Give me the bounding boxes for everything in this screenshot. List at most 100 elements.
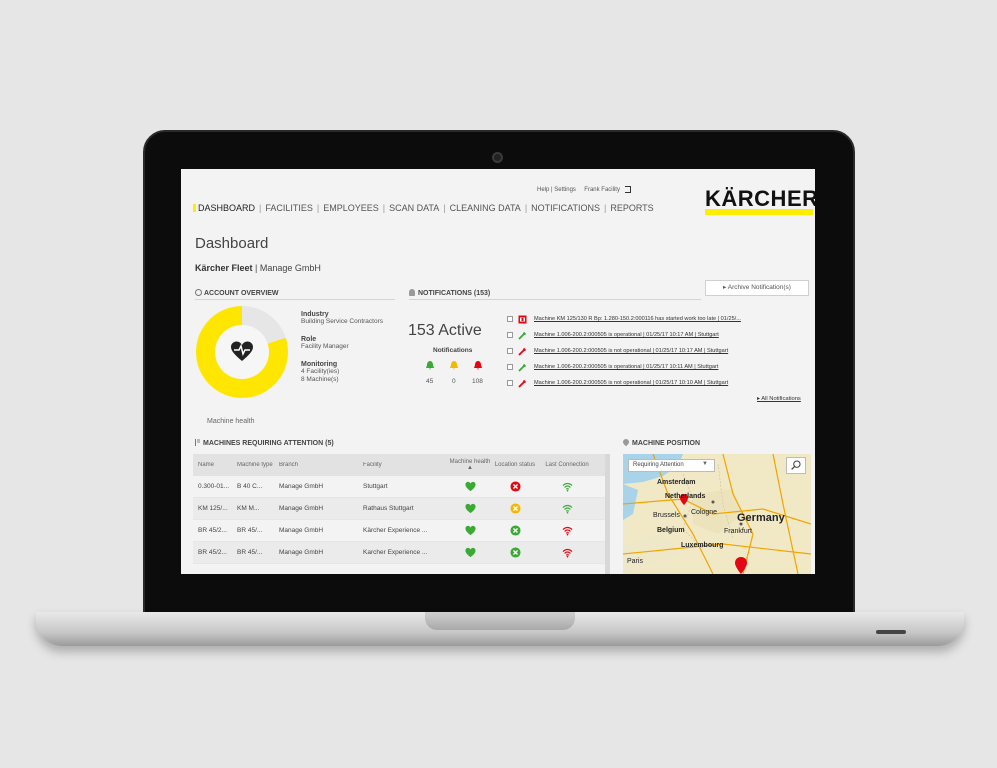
heart-green-icon bbox=[464, 547, 476, 558]
map-label-brussels: Brussels bbox=[653, 512, 680, 519]
col-location-status[interactable]: Location status bbox=[493, 462, 537, 468]
wifi-red-icon bbox=[562, 526, 572, 536]
cell-type: B 40 C... bbox=[237, 483, 263, 490]
notification-item[interactable]: Machine 1.006-200.2:000505 is operationa… bbox=[507, 330, 806, 340]
alert-icon bbox=[518, 315, 527, 323]
red-count: 108 bbox=[472, 378, 483, 385]
wifi-green-icon bbox=[562, 504, 572, 514]
all-notifications-link[interactable]: ▸ All Notifications bbox=[757, 396, 801, 402]
location-error-icon bbox=[509, 481, 521, 492]
notifications-label: Notifications bbox=[433, 347, 473, 354]
cell-branch: Manage GmbH bbox=[279, 549, 324, 556]
role-label: Role bbox=[301, 336, 317, 343]
col-machine-type[interactable]: Machine type bbox=[237, 462, 279, 468]
monitoring-label: Monitoring bbox=[301, 361, 338, 368]
notification-checkbox[interactable] bbox=[507, 316, 513, 322]
nav-dashboard[interactable]: DASHBOARD bbox=[198, 203, 255, 213]
wrench-green-icon bbox=[518, 331, 527, 340]
wifi-red-icon bbox=[562, 548, 572, 558]
active-notifications-count: 153 Active bbox=[408, 322, 482, 339]
notification-checkbox[interactable] bbox=[507, 364, 513, 370]
machine-health-label: Machine health bbox=[207, 418, 255, 425]
cell-name: BR 45/2... bbox=[198, 549, 227, 556]
wrench-green-icon bbox=[518, 363, 527, 372]
heart-green-icon bbox=[464, 503, 476, 514]
settings-link[interactable]: Settings bbox=[554, 187, 576, 193]
map-label-amsterdam: Amsterdam bbox=[657, 479, 696, 486]
notification-text[interactable]: Machine 1.006-200.2:000505 is operationa… bbox=[534, 364, 806, 370]
utility-nav: Help | Settings Frank Facility bbox=[537, 186, 631, 193]
cell-type: BR 45/... bbox=[237, 527, 263, 534]
col-machine-health[interactable]: Machine health ▲ bbox=[447, 459, 493, 471]
pin-icon bbox=[621, 437, 631, 447]
map-label-germany: Germany bbox=[737, 512, 785, 524]
location-warning-icon bbox=[509, 503, 521, 514]
laptop-hinge bbox=[425, 612, 575, 630]
role-value: Facility Manager bbox=[301, 343, 349, 350]
camera-icon bbox=[492, 152, 503, 163]
logo-accent-bar bbox=[705, 209, 813, 215]
cell-name: 0.300-01... bbox=[198, 483, 230, 490]
help-link[interactable]: Help bbox=[537, 187, 549, 193]
cell-type: BR 45/... bbox=[237, 549, 263, 556]
notification-checkbox[interactable] bbox=[507, 348, 513, 354]
notification-checkbox[interactable] bbox=[507, 380, 513, 386]
cell-facility: Rathaus Stuttgart bbox=[363, 505, 414, 512]
table-row[interactable]: BR 45/2... BR 45/... Manage GmbH Kärcher… bbox=[193, 520, 609, 542]
chevron-down-icon[interactable]: ▼ bbox=[702, 461, 708, 467]
bell-orange-icon bbox=[450, 361, 458, 370]
machines-heading: MACHINES REQUIRING ATTENTION (5) bbox=[195, 439, 334, 447]
divider bbox=[195, 299, 395, 300]
user-name[interactable]: Frank Facility bbox=[584, 187, 620, 193]
wrench-red-icon bbox=[518, 379, 527, 388]
nav-reports[interactable]: REPORTS bbox=[610, 203, 653, 213]
laptop-led bbox=[876, 630, 906, 634]
map-label-netherlands: Netherlands bbox=[665, 493, 706, 500]
map-label-frankfurt: Frankfurt bbox=[724, 528, 753, 535]
nav-cleaning-data[interactable]: CLEANING DATA bbox=[450, 203, 521, 213]
location-ok-icon bbox=[509, 525, 521, 536]
nav-employees[interactable]: EMPLOYEES bbox=[323, 203, 379, 213]
cell-branch: Manage GmbH bbox=[279, 505, 324, 512]
archive-notifications-button[interactable]: ▸ Archive Notification(s) bbox=[705, 280, 809, 296]
table-row[interactable]: 0.300-01... B 40 C... Manage GmbH Stuttg… bbox=[193, 476, 609, 498]
notification-checkbox[interactable] bbox=[507, 332, 513, 338]
notification-item[interactable]: Machine 1.006-200.2:000505 is not operat… bbox=[507, 378, 806, 388]
notification-item[interactable]: Machine 1.006-200.2:000505 is operationa… bbox=[507, 362, 806, 372]
col-last-connection[interactable]: Last Connection bbox=[537, 462, 597, 468]
logout-icon[interactable] bbox=[624, 186, 631, 193]
notification-text[interactable]: Machine 1.006-200.2:000505 is not operat… bbox=[534, 380, 806, 386]
active-marker bbox=[193, 204, 196, 212]
company-name: Manage GmbH bbox=[259, 263, 321, 273]
notification-text[interactable]: Machine 1.006-200.2:000505 is operationa… bbox=[534, 332, 806, 338]
notification-item[interactable]: Machine KM 125/130 R Bp: 1.280-150.2:000… bbox=[507, 314, 806, 324]
location-ok-icon bbox=[509, 547, 521, 558]
nav-notifications[interactable]: NOTIFICATIONS bbox=[531, 203, 600, 213]
col-branch[interactable]: Branch bbox=[279, 462, 363, 468]
screen: Help | Settings Frank Facility KÄRCHER D… bbox=[181, 169, 815, 574]
fleet-name: Kärcher Fleet bbox=[195, 263, 253, 273]
flag-icon bbox=[195, 439, 200, 446]
map-label-belgium: Belgium bbox=[657, 527, 685, 534]
table-scrollbar[interactable] bbox=[605, 454, 610, 574]
nav-facilities[interactable]: FACILITIES bbox=[265, 203, 313, 213]
cell-branch: Manage GmbH bbox=[279, 527, 324, 534]
nav-scan-data[interactable]: SCAN DATA bbox=[389, 203, 439, 213]
cell-facility: Karcher Experience ... bbox=[363, 549, 428, 556]
account-overview-heading: ACCOUNT OVERVIEW bbox=[195, 289, 279, 297]
notification-item[interactable]: Machine 1.006-200.2:000505 is not operat… bbox=[507, 346, 806, 356]
table-row[interactable]: BR 45/2... BR 45/... Manage GmbH Karcher… bbox=[193, 542, 609, 564]
wrench-red-icon bbox=[518, 347, 527, 356]
col-facility[interactable]: Facility bbox=[363, 462, 447, 468]
cell-facility: Kärcher Experience ... bbox=[363, 527, 428, 534]
notifications-heading: NOTIFICATIONS (153) bbox=[409, 289, 490, 297]
page-title: Dashboard bbox=[195, 235, 269, 252]
notification-text[interactable]: Machine KM 125/130 R Bp: 1.280-150.2:000… bbox=[534, 316, 806, 322]
notification-text[interactable]: Machine 1.006-200.2:000505 is not operat… bbox=[534, 348, 806, 354]
map-label-paris: Paris bbox=[627, 558, 643, 565]
table-row[interactable]: KM 125/... KM M... Manage GmbH Rathaus S… bbox=[193, 498, 609, 520]
table-header: Name Machine type Branch Facility Machin… bbox=[193, 454, 609, 476]
cell-name: BR 45/2... bbox=[198, 527, 227, 534]
col-name[interactable]: Name bbox=[193, 462, 237, 468]
map-search-button[interactable] bbox=[786, 457, 806, 474]
